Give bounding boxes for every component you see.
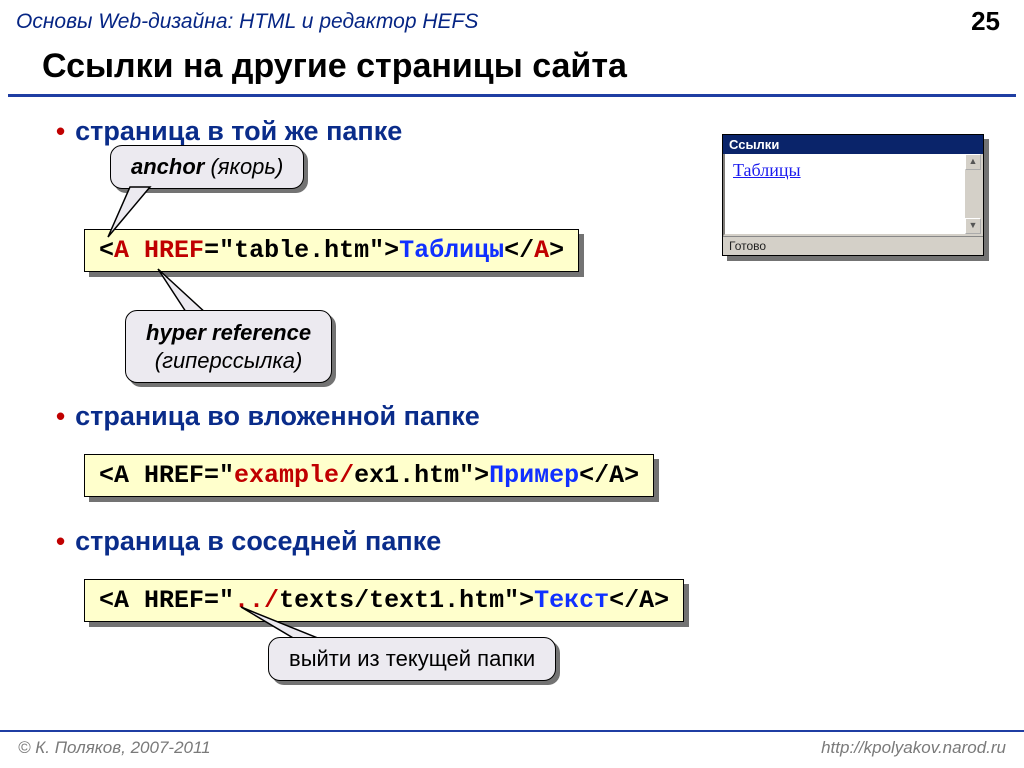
bullet-text: страница в той же папке	[75, 115, 402, 147]
page-number: 25	[971, 6, 1008, 37]
bullet-row: • страница в соседней папке	[56, 525, 984, 557]
bullet-dot: •	[56, 525, 65, 557]
code-block-3: <A HREF="../texts/text1.htm">Текст</A>	[84, 579, 684, 622]
callout-rest: (якорь)	[204, 154, 283, 179]
bullet-text: страница в соседней папке	[75, 525, 441, 557]
callout-rest: (гиперссылка)	[155, 348, 303, 373]
scroll-up-icon[interactable]: ▲	[965, 154, 981, 170]
browser-titlebar: Ссылки	[723, 135, 983, 154]
footer-copyright: © К. Поляков, 2007-2011	[18, 738, 211, 758]
slide-title: Ссылки на другие страницы сайта	[8, 41, 1016, 97]
header-title: Основы Web-дизайна: HTML и редактор HEFS	[16, 10, 478, 34]
callout-hyperref: hyper reference (гиперссылка)	[125, 310, 332, 383]
callout-bold: anchor	[131, 154, 204, 179]
browser-window: Ссылки Таблицы ▲ ▼ Готово	[722, 134, 984, 256]
bullet-row: • страница во вложенной папке	[56, 400, 984, 432]
scroll-down-icon[interactable]: ▼	[965, 218, 981, 234]
slide-footer: © К. Поляков, 2007-2011 http://kpolyakov…	[0, 730, 1024, 768]
browser-viewport: Таблицы ▲ ▼	[723, 154, 983, 236]
bullet-dot: •	[56, 115, 65, 147]
browser-statusbar: Готово	[723, 236, 983, 255]
slide-header: Основы Web-дизайна: HTML и редактор HEFS…	[0, 0, 1024, 41]
callout-parent-folder: выйти из текущей папки	[268, 637, 556, 681]
bullet-text: страница во вложенной папке	[75, 400, 480, 432]
code-block-2: <A HREF="example/ex1.htm">Пример</A>	[84, 454, 654, 497]
callout-anchor: anchor (якорь)	[110, 145, 304, 189]
bullet-dot: •	[56, 400, 65, 432]
code-block-1: <A HREF="table.htm">Таблицы</A>	[84, 229, 579, 272]
browser-link[interactable]: Таблицы	[733, 160, 801, 180]
callout-text: выйти из текущей папки	[289, 646, 535, 671]
footer-url: http://kpolyakov.narod.ru	[821, 738, 1006, 758]
scrollbar[interactable]: ▲ ▼	[965, 154, 981, 234]
callout-bold: hyper reference	[146, 320, 311, 345]
